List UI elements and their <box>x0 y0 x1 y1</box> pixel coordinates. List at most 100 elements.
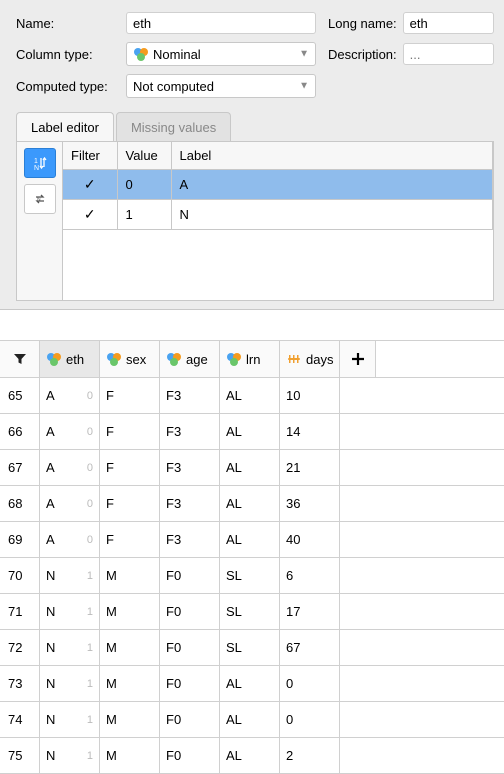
cell-lrn[interactable]: SL <box>220 558 280 593</box>
cell-eth[interactable]: N1 <box>40 630 100 665</box>
table-row[interactable]: 67A0FF3AL21 <box>0 450 504 486</box>
cell-eth[interactable]: N1 <box>40 594 100 629</box>
cell-lrn[interactable]: AL <box>220 702 280 737</box>
col-value[interactable]: Value <box>117 142 171 170</box>
col-header-lrn[interactable]: lrn <box>220 341 280 377</box>
cell-lrn[interactable]: AL <box>220 666 280 701</box>
cell-sex[interactable]: M <box>100 558 160 593</box>
reverse-button[interactable]: N <box>24 184 56 214</box>
row-number[interactable]: 75 <box>0 738 40 773</box>
col-label[interactable]: Label <box>171 142 493 170</box>
filter-check-icon[interactable]: ✓ <box>84 206 96 222</box>
longname-input[interactable] <box>403 12 494 34</box>
cell-sex[interactable]: M <box>100 630 160 665</box>
cell-lrn[interactable]: SL <box>220 630 280 665</box>
cell-days[interactable]: 2 <box>280 738 340 773</box>
cell-age[interactable]: F3 <box>160 522 220 557</box>
cell-age[interactable]: F0 <box>160 594 220 629</box>
name-input[interactable] <box>126 12 316 34</box>
label-row[interactable]: ✓ 0A <box>63 170 493 200</box>
cell-age[interactable]: F3 <box>160 450 220 485</box>
table-row[interactable]: 73N1MF0AL0 <box>0 666 504 702</box>
sort-button[interactable]: 1 N <box>24 148 56 178</box>
cell-lrn[interactable]: AL <box>220 486 280 521</box>
cell-days[interactable]: 17 <box>280 594 340 629</box>
table-row[interactable]: 75N1MF0AL2 <box>0 738 504 774</box>
cell-sex[interactable]: M <box>100 666 160 701</box>
row-number[interactable]: 73 <box>0 666 40 701</box>
cell-days[interactable]: 14 <box>280 414 340 449</box>
cell-sex[interactable]: F <box>100 486 160 521</box>
row-number[interactable]: 66 <box>0 414 40 449</box>
table-row[interactable]: 71N1MF0SL17 <box>0 594 504 630</box>
table-row[interactable]: 69A0FF3AL40 <box>0 522 504 558</box>
cell-lrn[interactable]: AL <box>220 414 280 449</box>
row-number[interactable]: 74 <box>0 702 40 737</box>
filter-column-button[interactable] <box>0 341 40 377</box>
cell-eth[interactable]: N1 <box>40 702 100 737</box>
row-number[interactable]: 65 <box>0 378 40 413</box>
cell-sex[interactable]: F <box>100 378 160 413</box>
filter-check-icon[interactable]: ✓ <box>84 176 96 192</box>
cell-days[interactable]: 6 <box>280 558 340 593</box>
cell-days[interactable]: 10 <box>280 378 340 413</box>
label-cell[interactable]: N <box>171 200 493 230</box>
row-number[interactable]: 71 <box>0 594 40 629</box>
label-row[interactable]: ✓ 1N <box>63 200 493 230</box>
cell-age[interactable]: F3 <box>160 378 220 413</box>
cell-sex[interactable]: M <box>100 594 160 629</box>
col-header-days[interactable]: days <box>280 341 340 377</box>
description-input[interactable] <box>403 43 494 65</box>
table-row[interactable]: 68A0FF3AL36 <box>0 486 504 522</box>
cell-eth[interactable]: A0 <box>40 522 100 557</box>
table-row[interactable]: 70N1MF0SL6 <box>0 558 504 594</box>
cell-lrn[interactable]: AL <box>220 522 280 557</box>
row-number[interactable]: 69 <box>0 522 40 557</box>
cell-days[interactable]: 40 <box>280 522 340 557</box>
row-number[interactable]: 72 <box>0 630 40 665</box>
table-row[interactable]: 66A0FF3AL14 <box>0 414 504 450</box>
row-number[interactable]: 68 <box>0 486 40 521</box>
row-number[interactable]: 67 <box>0 450 40 485</box>
cell-lrn[interactable]: AL <box>220 738 280 773</box>
cell-days[interactable]: 0 <box>280 666 340 701</box>
comptype-select[interactable]: Not computed ▼ <box>126 74 316 98</box>
cell-sex[interactable]: M <box>100 738 160 773</box>
cell-days[interactable]: 67 <box>280 630 340 665</box>
cell-days[interactable]: 0 <box>280 702 340 737</box>
col-header-sex[interactable]: sex <box>100 341 160 377</box>
cell-age[interactable]: F3 <box>160 486 220 521</box>
cell-eth[interactable]: A0 <box>40 450 100 485</box>
cell-sex[interactable]: F <box>100 414 160 449</box>
cell-age[interactable]: F3 <box>160 414 220 449</box>
col-header-age[interactable]: age <box>160 341 220 377</box>
cell-age[interactable]: F0 <box>160 666 220 701</box>
cell-eth[interactable]: A0 <box>40 486 100 521</box>
cell-sex[interactable]: F <box>100 450 160 485</box>
cell-lrn[interactable]: AL <box>220 378 280 413</box>
table-row[interactable]: 74N1MF0AL0 <box>0 702 504 738</box>
cell-lrn[interactable]: SL <box>220 594 280 629</box>
value-cell[interactable]: 1 <box>117 200 171 230</box>
value-cell[interactable]: 0 <box>117 170 171 200</box>
cell-eth[interactable]: A0 <box>40 414 100 449</box>
cell-eth[interactable]: N1 <box>40 666 100 701</box>
col-header-eth[interactable]: eth <box>40 341 100 377</box>
cell-days[interactable]: 36 <box>280 486 340 521</box>
col-filter[interactable]: Filter <box>63 142 117 170</box>
cell-eth[interactable]: N1 <box>40 738 100 773</box>
table-row[interactable]: 72N1MF0SL67 <box>0 630 504 666</box>
cell-eth[interactable]: N1 <box>40 558 100 593</box>
cell-eth[interactable]: A0 <box>40 378 100 413</box>
cell-sex[interactable]: F <box>100 522 160 557</box>
tab-missing-values[interactable]: Missing values <box>116 112 231 141</box>
coltype-select[interactable]: Nominal ▼ <box>126 42 316 66</box>
cell-lrn[interactable]: AL <box>220 450 280 485</box>
cell-days[interactable]: 21 <box>280 450 340 485</box>
table-row[interactable]: 65A0FF3AL10 <box>0 378 504 414</box>
cell-age[interactable]: F0 <box>160 630 220 665</box>
cell-age[interactable]: F0 <box>160 702 220 737</box>
tab-label-editor[interactable]: Label editor <box>16 112 114 141</box>
label-cell[interactable]: A <box>171 170 493 200</box>
row-number[interactable]: 70 <box>0 558 40 593</box>
